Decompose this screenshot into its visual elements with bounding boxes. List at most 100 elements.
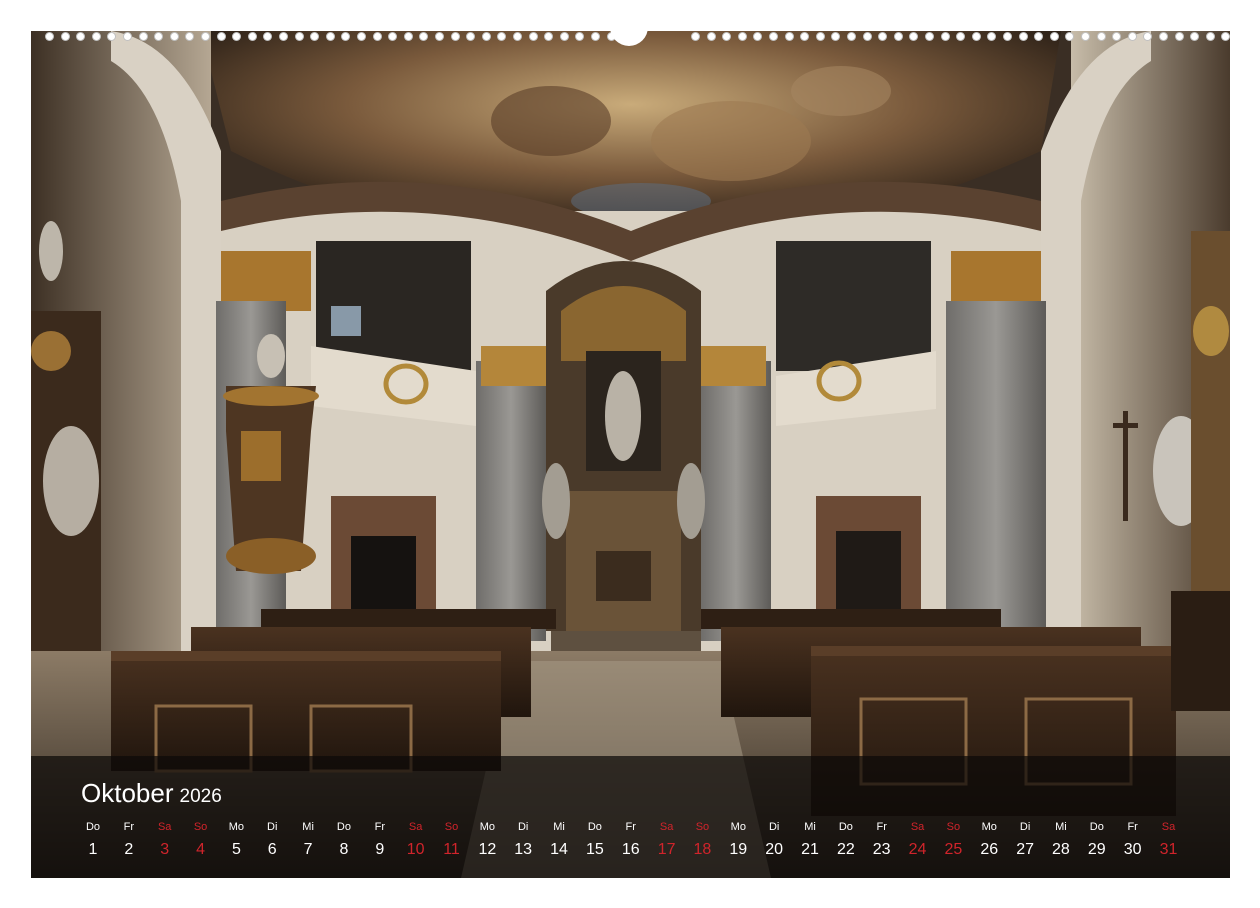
weekday-label: Fr: [123, 821, 135, 833]
binding-hole: [722, 32, 732, 41]
binding-hole: [466, 32, 476, 41]
binding-hole: [1081, 32, 1090, 41]
weekday-label: Di: [1019, 821, 1031, 833]
weekday-label: Sa: [157, 821, 172, 833]
binding-hole: [1018, 32, 1028, 41]
weekday-label: Do: [838, 821, 853, 833]
binding-hole: [706, 32, 716, 41]
binding-hole: [1003, 32, 1012, 41]
binding-hole: [575, 32, 585, 41]
weekday-label: Fr: [374, 821, 385, 833]
day-number: 18: [693, 841, 712, 858]
binding-hole: [1127, 32, 1137, 41]
weekday-label: Mi: [553, 821, 565, 833]
day-number: 9: [375, 841, 385, 858]
day-number: 31: [1159, 841, 1178, 858]
binding-hole: [497, 32, 507, 41]
binding-hole: [1190, 32, 1200, 41]
binding-hole: [450, 32, 460, 41]
binding-hole: [691, 32, 700, 41]
binding-hole: [513, 32, 522, 41]
binding-hole: [310, 32, 320, 41]
binding-hole: [862, 32, 872, 41]
weekday-label: Fr: [1127, 821, 1138, 833]
binding-hole: [1174, 32, 1184, 41]
day-number: 5: [231, 841, 241, 858]
binding-hole: [138, 32, 148, 41]
day-number: 19: [729, 841, 748, 858]
day-number: 27: [1016, 841, 1034, 858]
weekday-label: Mo: [981, 821, 997, 833]
binding-hole: [956, 32, 966, 41]
binding-hole: [91, 32, 101, 41]
binding-hole: [325, 32, 335, 41]
day-number: 2: [124, 841, 134, 858]
weekday-label: Sa: [408, 821, 423, 833]
calendar-page: Oktober 2026 Do Fr Sa So Mo Di Mi Do Fr Sa So Mo Di Mi…: [0, 0, 1260, 908]
day-number: 22: [836, 841, 855, 858]
binding-hole: [60, 32, 70, 41]
day-number: 10: [406, 841, 425, 858]
weekday-label: Mo: [730, 821, 746, 833]
church-interior-illustration: [31, 31, 1230, 878]
weekday-label: Do: [587, 821, 602, 833]
binding-hole: [201, 32, 210, 41]
binding-hole: [1221, 32, 1231, 41]
day-number: 25: [944, 841, 963, 858]
weekday-label: So: [193, 821, 208, 833]
weekday-label: Sa: [1161, 821, 1176, 833]
binding-hole: [154, 32, 164, 41]
month-year: 2026: [179, 786, 222, 807]
binding-hole: [1034, 32, 1044, 41]
binding-hole: [45, 32, 54, 41]
binding-hole: [878, 32, 888, 41]
binding-hole: [769, 32, 778, 41]
binding-hole: [279, 32, 288, 41]
binding-hole: [403, 32, 413, 41]
day-number: 24: [908, 841, 927, 858]
binding-hole: [971, 32, 981, 41]
day-number: 7: [303, 841, 313, 858]
binding-hole: [123, 32, 132, 41]
binding-hole: [1065, 32, 1075, 41]
day-number-row: 1 2 3 4 5 6 7 8 9 10 11 12 13 14 15 16 17 18 19 20 21 22 23 24 2…: [75, 840, 1225, 862]
calendar-strip: Oktober 2026 Do Fr Sa So Mo Di Mi Do Fr Sa So Mo Di Mi…: [31, 756, 1230, 878]
binding-hole: [435, 32, 444, 41]
binding-hole: [76, 32, 86, 41]
weekday-label: Di: [267, 821, 278, 833]
day-number: 3: [160, 841, 170, 858]
binding-hole: [800, 32, 810, 41]
weekday-label: Do: [336, 821, 351, 833]
month-title: Oktober 2026: [81, 778, 222, 812]
binding-hole: [1096, 32, 1106, 41]
day-number: 1: [88, 841, 98, 858]
binding-hole: [815, 32, 825, 41]
weekday-label: Do: [85, 821, 101, 833]
weekday-label: Di: [768, 821, 780, 833]
day-number: 16: [621, 841, 640, 858]
weekday-label: Sa: [910, 821, 925, 833]
binding-hole: [247, 32, 257, 41]
day-number: 14: [550, 841, 568, 858]
binding-hole: [559, 32, 569, 41]
weekday-label: Do: [1089, 821, 1104, 833]
day-number: 30: [1123, 841, 1142, 858]
weekday-label: So: [695, 821, 710, 833]
binding-hole: [372, 32, 382, 41]
binding-hole: [831, 32, 841, 41]
weekday-label: Mo: [479, 821, 495, 833]
weekday-label: Mi: [1055, 821, 1067, 833]
binding-hole: [357, 32, 366, 41]
weekday-label: Fr: [625, 821, 636, 833]
binding-hole: [1159, 32, 1168, 41]
day-number: 15: [585, 841, 604, 858]
binding-hole: [216, 32, 226, 41]
binding-hole: [925, 32, 934, 41]
binding-hole: [263, 32, 273, 41]
binding-hole: [940, 32, 950, 41]
day-number: 11: [443, 841, 460, 858]
binding-hole: [185, 32, 195, 41]
binding-hole: [909, 32, 919, 41]
weekday-label: Di: [517, 821, 529, 833]
weekday-label: Mi: [804, 821, 816, 833]
